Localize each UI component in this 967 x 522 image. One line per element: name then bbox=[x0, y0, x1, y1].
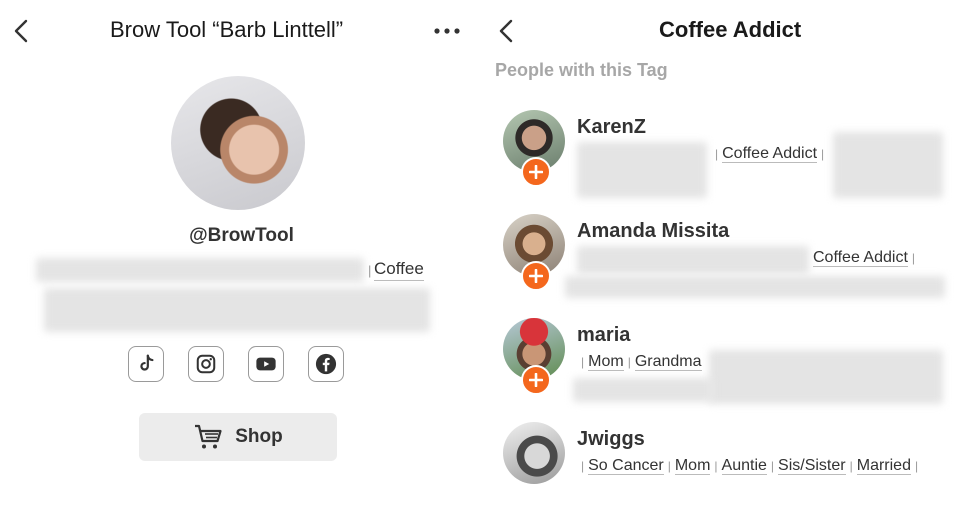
tiktok-icon bbox=[140, 354, 154, 371]
follow-button[interactable] bbox=[521, 365, 551, 395]
tiktok-button[interactable] bbox=[128, 346, 164, 382]
list-item[interactable]: KarenZ | Coffee Addict | bbox=[483, 110, 967, 210]
tag-link[interactable]: Coffee Addict bbox=[813, 249, 908, 267]
profile-handle: @BrowTool bbox=[189, 225, 294, 246]
blurred-tags bbox=[565, 276, 945, 298]
list-item[interactable]: maria | Mom | Grandma bbox=[483, 318, 967, 418]
tag-link[interactable]: Mom bbox=[588, 353, 624, 371]
blurred-tags bbox=[709, 350, 943, 404]
person-name: maria bbox=[577, 324, 631, 346]
follow-button[interactable] bbox=[521, 261, 551, 291]
plus-icon bbox=[529, 269, 543, 283]
facebook-icon bbox=[315, 353, 337, 375]
plus-icon bbox=[529, 373, 543, 387]
person-tags: | Mom | Grandma bbox=[581, 353, 702, 371]
person-name: Jwiggs bbox=[577, 428, 645, 450]
blurred-tags bbox=[573, 378, 713, 402]
profile-pane: Brow Tool “Barb Linttell” @BrowTool | Co… bbox=[0, 0, 483, 467]
blurred-tags bbox=[577, 142, 707, 198]
blurred-tags bbox=[833, 132, 943, 198]
tag-coffee[interactable]: Coffee bbox=[374, 259, 424, 281]
person-tags: | Coffee Addict | bbox=[715, 145, 825, 163]
person-tags: Coffee Addict | bbox=[813, 249, 916, 267]
more-dots-icon bbox=[434, 28, 460, 34]
youtube-button[interactable] bbox=[248, 346, 284, 382]
blurred-bio bbox=[44, 288, 430, 332]
social-links bbox=[128, 346, 344, 382]
instagram-icon bbox=[196, 354, 216, 374]
tag-link[interactable]: So Cancer bbox=[588, 457, 664, 475]
profile-avatar bbox=[171, 76, 305, 210]
back-button[interactable] bbox=[12, 18, 30, 44]
blurred-tags bbox=[577, 246, 809, 274]
chevron-left-icon bbox=[499, 19, 513, 43]
tag-link[interactable]: Sis/Sister bbox=[778, 457, 846, 475]
tag-link[interactable]: Coffee Addict bbox=[722, 145, 818, 163]
list-item[interactable]: Amanda Missita Coffee Addict | bbox=[483, 214, 967, 314]
tag-link[interactable]: Married bbox=[856, 457, 911, 475]
instagram-button[interactable] bbox=[188, 346, 224, 382]
page-title: Brow Tool “Barb Linttell” bbox=[110, 17, 344, 42]
person-name: KarenZ bbox=[577, 116, 646, 138]
plus-icon bbox=[529, 165, 543, 179]
person-name: Amanda Missita bbox=[577, 220, 730, 242]
follow-button[interactable] bbox=[521, 157, 551, 187]
facebook-button[interactable] bbox=[308, 346, 344, 382]
chevron-left-icon bbox=[14, 19, 28, 43]
blurred-tags bbox=[36, 258, 364, 282]
shop-label: Shop bbox=[235, 426, 283, 447]
tag-people-pane: Coffee Addict People with this Tag Karen… bbox=[483, 0, 967, 484]
tag-link[interactable]: Grandma bbox=[634, 353, 702, 371]
tag-separator: | bbox=[368, 263, 372, 278]
shopping-cart-icon bbox=[195, 424, 222, 449]
youtube-icon bbox=[256, 357, 276, 371]
avatar[interactable] bbox=[503, 422, 565, 484]
shop-button[interactable]: Shop bbox=[139, 413, 337, 461]
section-heading: People with this Tag bbox=[495, 60, 668, 80]
person-tags: | So Cancer | Mom | Auntie | Sis/Sister | Married… bbox=[581, 457, 919, 475]
back-button[interactable] bbox=[497, 18, 515, 44]
tag-link[interactable]: Mom bbox=[674, 457, 711, 475]
more-options-button[interactable] bbox=[432, 22, 464, 40]
page-title: Coffee Addict bbox=[659, 17, 802, 42]
list-item[interactable]: Jwiggs | So Cancer | Mom | Auntie | Sis/Sister |… bbox=[483, 422, 967, 522]
tag-link[interactable]: Auntie bbox=[721, 457, 767, 475]
